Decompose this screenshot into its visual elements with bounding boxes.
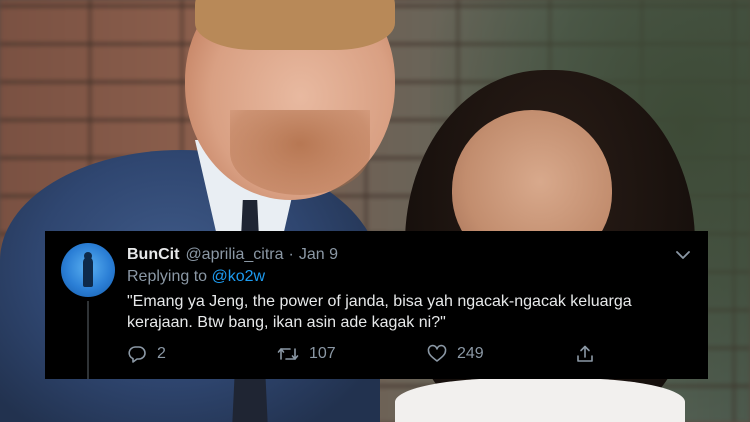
tweet-text: "Emang ya Jeng, the power of janda, bisa…	[127, 293, 632, 331]
man-beard	[230, 110, 370, 195]
man-hair	[195, 0, 395, 50]
separator-dot: ·	[288, 246, 294, 263]
chevron-down-icon[interactable]	[674, 248, 692, 262]
thread-line	[87, 301, 89, 379]
retweet-button[interactable]: 107	[277, 343, 336, 365]
like-button[interactable]: 249	[427, 343, 484, 365]
user-handle[interactable]: @aprilia_citra	[185, 246, 283, 264]
share-button[interactable]	[575, 343, 605, 365]
tweet-header: BunCit @aprilia_citra · Jan 9	[127, 245, 692, 265]
reply-count: 2	[157, 345, 166, 362]
like-count: 249	[457, 345, 484, 362]
share-icon	[577, 345, 593, 362]
replying-to-label: Replying to	[127, 268, 208, 285]
tweet-actions: 2 107 249	[127, 343, 597, 365]
retweet-count: 107	[309, 345, 336, 362]
display-name[interactable]: BunCit	[127, 246, 179, 264]
reply-button[interactable]: 2	[127, 343, 166, 365]
woman-coat	[395, 378, 685, 422]
replying-to-handle[interactable]: @ko2w	[212, 268, 266, 285]
reply-icon	[128, 346, 146, 363]
retweet-icon	[277, 348, 299, 360]
tweet-date[interactable]: Jan 9	[299, 246, 338, 264]
tweet-card: BunCit @aprilia_citra · Jan 9 Replying t…	[45, 231, 708, 379]
avatar[interactable]	[61, 243, 115, 297]
heart-icon	[427, 344, 447, 362]
avatar-figure-body	[83, 257, 93, 287]
replying-to: Replying to @ko2w	[127, 268, 265, 286]
